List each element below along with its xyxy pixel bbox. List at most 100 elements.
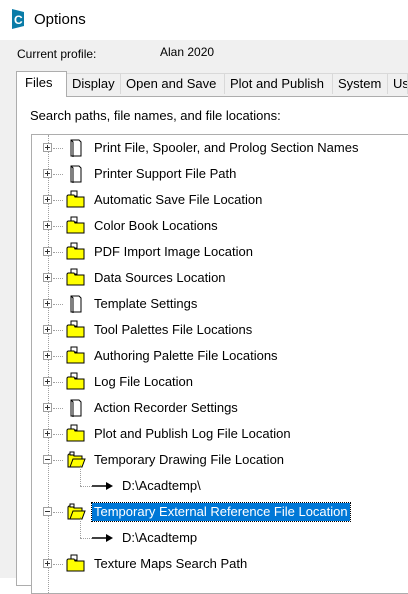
child-connector-line [80,465,81,486]
tree-item[interactable]: Action Recorder Settings [32,395,408,421]
tree-item[interactable]: Template Settings [32,291,408,317]
expand-toggle-icon[interactable] [43,403,52,412]
files-tab-panel: Search paths, file names, and file locat… [16,96,408,594]
folder-open-icon [66,450,86,470]
tab-display[interactable]: Display [66,73,121,94]
tree-item-label[interactable]: Temporary Drawing File Location [92,451,286,469]
folder-icon [66,216,86,236]
tree-connector-branch [53,434,63,435]
expand-toggle-icon[interactable] [43,169,52,178]
tree-connector-branch [53,200,63,201]
tree-item[interactable]: Automatic Save File Location [32,187,408,213]
folder-icon [66,268,86,288]
tree-item-label[interactable]: Print File, Spooler, and Prolog Section … [92,139,360,157]
expand-toggle-icon[interactable] [43,195,52,204]
tree-item-label[interactable]: Texture Maps Search Path [92,555,249,573]
document-icon [66,164,86,184]
tree-connector-branch [53,382,63,383]
tree-item-label[interactable]: Authoring Palette File Locations [92,347,280,365]
current-profile-label: Current profile: [17,47,97,61]
tab-files[interactable]: Files [16,71,67,97]
tree-item-label[interactable]: Data Sources Location [92,269,228,287]
child-connector-branch [80,486,92,487]
tree-item-label[interactable]: Action Recorder Settings [92,399,240,417]
tree-item-label[interactable]: Log File Location [92,373,195,391]
tree-item-label[interactable]: Plot and Publish Log File Location [92,425,293,443]
tree-item[interactable]: Temporary Drawing File Location [32,447,408,473]
expand-toggle-icon[interactable] [43,247,52,256]
tree-item[interactable]: Data Sources Location [32,265,408,291]
tree-connector-branch [53,356,63,357]
expand-toggle-icon[interactable] [43,299,52,308]
expand-toggle-icon[interactable] [43,143,52,152]
tree-child-path[interactable]: D:\Acadtemp\ [32,465,408,499]
tree-item[interactable]: Texture Maps Search Path [32,551,408,577]
tree-item[interactable]: Printer Support File Path [32,161,408,187]
child-connector-line [80,517,81,538]
tree-connector-branch [53,252,63,253]
tab-user-preferences[interactable]: Us [387,73,408,94]
tree-item-label[interactable]: Tool Palettes File Locations [92,321,254,339]
tree-connector-branch [53,174,63,175]
tree-connector-branch [53,512,63,513]
tree-item-label[interactable]: Template Settings [92,295,199,313]
expand-toggle-icon[interactable] [43,351,52,360]
tree-connector-branch [53,408,63,409]
tree-child-path[interactable]: D:\Acadtemp [32,517,408,551]
tree-item-label-selected[interactable]: Temporary External Reference File Locati… [91,502,351,522]
tree-item[interactable]: Print File, Spooler, and Prolog Section … [32,135,408,161]
folder-icon [66,242,86,262]
folder-icon [66,320,86,340]
tree-connector-branch [53,460,63,461]
tree-item[interactable]: Log File Location [32,369,408,395]
tree-item[interactable]: Temporary External Reference File Locati… [32,499,408,525]
tree-connector-branch [53,278,63,279]
folder-icon [66,346,86,366]
expand-toggle-icon[interactable] [43,221,52,230]
tab-system[interactable]: System [332,73,388,94]
tree-item-label[interactable]: Printer Support File Path [92,165,238,183]
expand-toggle-icon[interactable] [43,325,52,334]
tree-item[interactable]: Color Book Locations [32,213,408,239]
search-paths-caption: Search paths, file names, and file locat… [30,108,281,123]
expand-toggle-icon[interactable] [43,273,52,282]
svg-text:C: C [14,13,23,27]
path-value-label[interactable]: D:\Acadtemp\ [122,477,201,495]
tree-item[interactable]: PDF Import Image Location [32,239,408,265]
tree-item-label[interactable]: PDF Import Image Location [92,243,255,261]
tree-item-label[interactable]: Color Book Locations [92,217,220,235]
folder-icon [66,190,86,210]
folder-icon [66,554,86,574]
tree-connector-branch [53,330,63,331]
path-arrow-icon [92,531,114,545]
file-locations-tree[interactable]: Print File, Spooler, and Prolog Section … [31,134,408,594]
collapse-toggle-icon[interactable] [43,507,52,516]
collapse-toggle-icon[interactable] [43,455,52,464]
tree-item[interactable]: Plot and Publish Log File Location [32,421,408,447]
autocad-c-icon: C [12,9,24,29]
folder-open-icon [66,502,86,522]
folder-icon [66,424,86,444]
options-dialog-body: Current profile: Alan 2020 Files Display… [0,40,408,594]
path-arrow-icon [92,479,114,493]
tree-connector-branch [53,564,63,565]
tree-connector-branch [53,304,63,305]
folder-icon [66,372,86,392]
expand-toggle-icon[interactable] [43,377,52,386]
tab-open-and-save[interactable]: Open and Save [120,73,225,94]
document-icon [66,138,86,158]
document-icon [66,294,86,314]
document-icon [66,398,86,418]
window-title: Options [34,11,86,28]
current-profile-value: Alan 2020 [160,45,215,59]
tree-item[interactable]: Authoring Palette File Locations [32,343,408,369]
path-value-label[interactable]: D:\Acadtemp [122,529,197,547]
tree-connector-branch [53,226,63,227]
tree-item[interactable]: Tool Palettes File Locations [32,317,408,343]
expand-toggle-icon[interactable] [43,559,52,568]
expand-toggle-icon[interactable] [43,429,52,438]
tab-plot-and-publish[interactable]: Plot and Publish [224,73,333,94]
title-bar: C Options [0,0,408,40]
child-connector-branch [80,538,92,539]
tree-item-label[interactable]: Automatic Save File Location [92,191,264,209]
